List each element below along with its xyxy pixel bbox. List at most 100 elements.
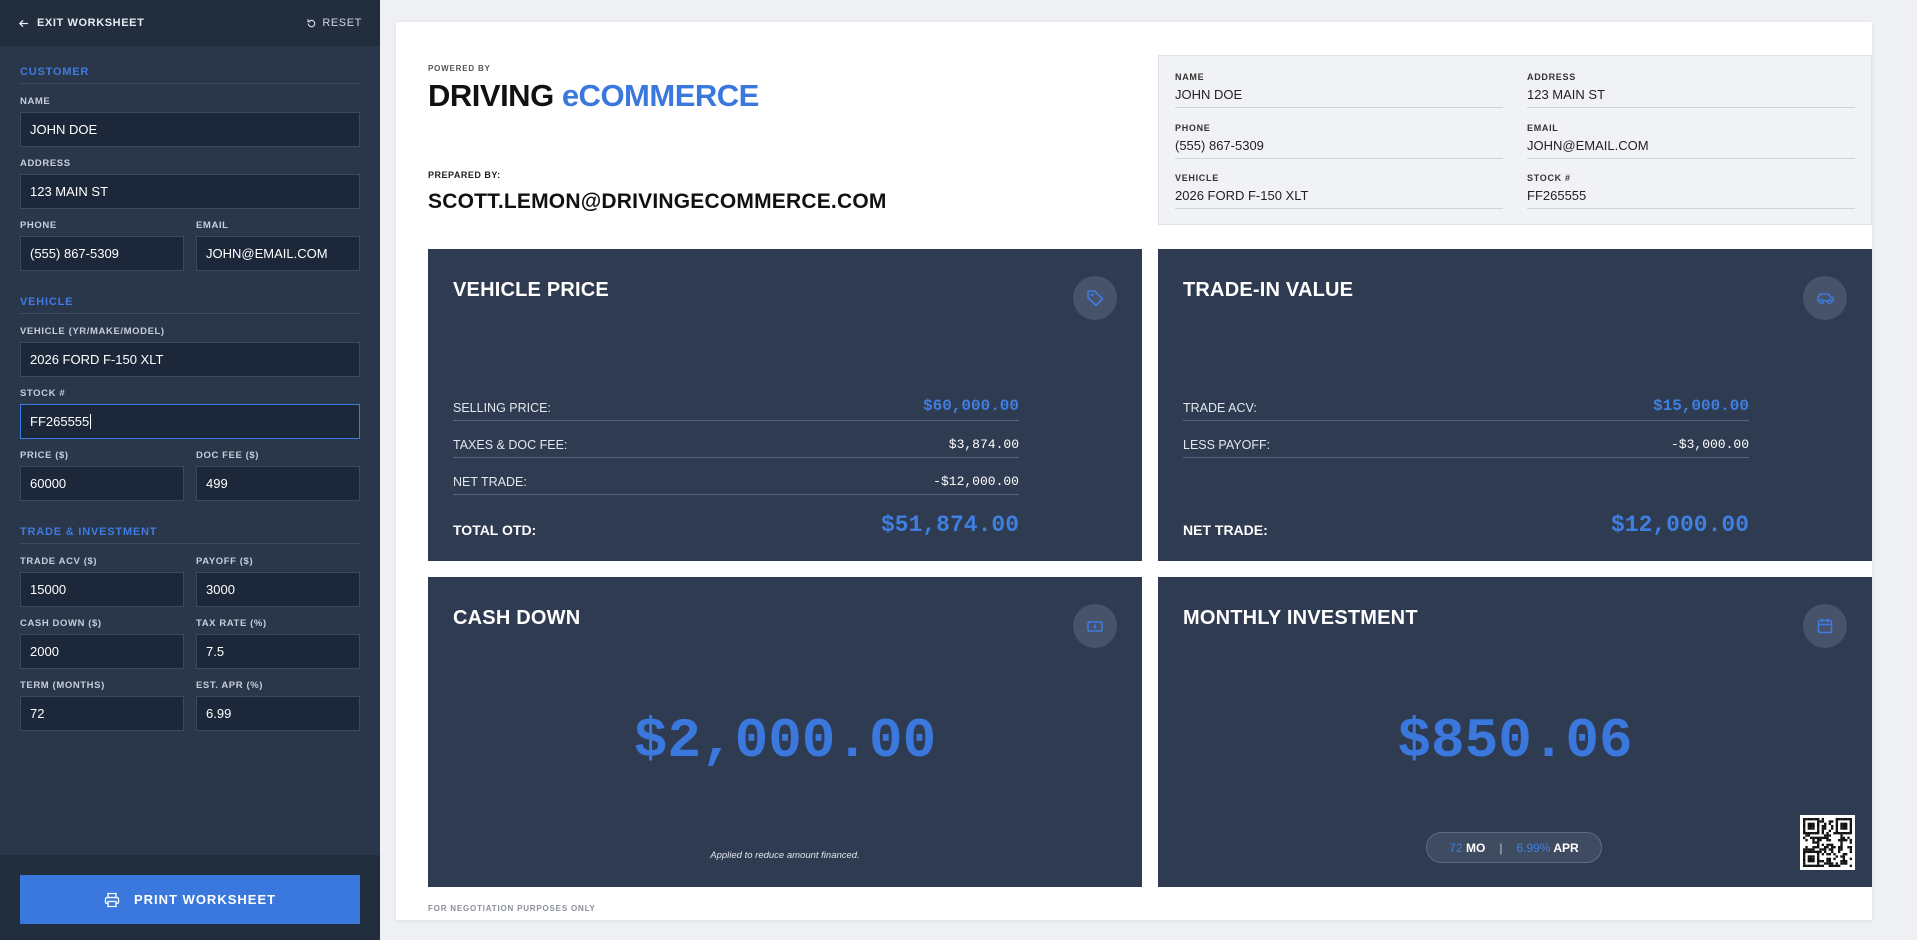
trade-acv-row: TRADE ACV: $15,000.00: [1183, 384, 1749, 421]
phone-label: PHONE: [20, 220, 57, 231]
stock-field[interactable]: FF265555: [20, 404, 360, 439]
selling-price-row: SELLING PRICE: $60,000.00: [453, 384, 1019, 421]
monthly-investment-title: MONTHLY INVESTMENT: [1183, 607, 1418, 629]
email-field[interactable]: JOHN@EMAIL.COM: [196, 236, 360, 271]
term-label: TERM (MONTHS): [20, 680, 105, 691]
worksheet-page: POWERED BY DRIVING eCOMMERCE PREPARED BY…: [396, 22, 1872, 920]
calendar-icon: [1803, 604, 1847, 648]
section-vehicle: VEHICLE: [20, 296, 360, 314]
term-field[interactable]: 72: [20, 696, 184, 731]
info-email: EMAIL JOHN@EMAIL.COM: [1527, 123, 1855, 173]
vehicle-price-title: VEHICLE PRICE: [453, 279, 609, 301]
total-otd-label: TOTAL OTD:: [453, 522, 537, 538]
net-trade-row: NET TRADE: -$12,000.00: [453, 458, 1019, 495]
trade-acv-field[interactable]: 15000: [20, 572, 184, 607]
pill-separator: |: [1499, 840, 1503, 855]
doc-fee-field[interactable]: 499: [196, 466, 360, 501]
info-address-value: 123 MAIN ST: [1527, 87, 1855, 108]
payoff-label: PAYOFF ($): [196, 556, 254, 567]
section-customer: CUSTOMER: [20, 66, 360, 84]
exit-worksheet-button[interactable]: EXIT WORKSHEET: [18, 17, 144, 29]
info-phone: PHONE (555) 867-5309: [1175, 123, 1503, 173]
reset-button[interactable]: RESET: [306, 17, 362, 29]
trade-acv-row-value: $15,000.00: [1652, 397, 1749, 415]
taxes-doc-fee-label: TAXES & DOC FEE:: [453, 438, 568, 452]
trade-acv-label: TRADE ACV ($): [20, 556, 98, 567]
term-pill-value: 72: [1449, 840, 1463, 855]
trade-in-rows: TRADE ACV: $15,000.00 LESS PAYOFF: -$3,0…: [1183, 384, 1749, 458]
price-label: PRICE ($): [20, 450, 69, 461]
price-field[interactable]: 60000: [20, 466, 184, 501]
net-trade-label: NET TRADE:: [453, 475, 527, 489]
info-email-value: JOHN@EMAIL.COM: [1527, 138, 1855, 159]
powered-by-label: POWERED BY: [428, 64, 491, 73]
stock-value: FF265555: [30, 414, 90, 429]
text-cursor: [90, 414, 92, 429]
vehicle-field[interactable]: 2026 FORD F-150 XLT: [20, 342, 360, 377]
name-label: NAME: [20, 96, 51, 107]
info-vehicle: VEHICLE 2026 FORD F-150 XLT: [1175, 173, 1503, 223]
payoff-field[interactable]: 3000: [196, 572, 360, 607]
section-trade: TRADE & INVESTMENT: [20, 526, 360, 544]
apr-pill-unit: APR: [1553, 840, 1579, 855]
doc-fee-label: DOC FEE ($): [196, 450, 260, 461]
reset-label: RESET: [322, 17, 362, 29]
print-worksheet-label: PRINT WORKSHEET: [133, 892, 277, 907]
cash-down-card: CASH DOWN $2,000.00 Applied to reduce am…: [428, 577, 1142, 887]
tax-rate-label: TAX RATE (%): [196, 618, 267, 629]
print-worksheet-button[interactable]: PRINT WORKSHEET: [20, 875, 360, 924]
prepared-by-value: SCOTT.LEMON@DRIVINGECOMMERCE.COM: [428, 190, 887, 213]
selling-price-label: SELLING PRICE:: [453, 401, 551, 415]
vehicle-label: VEHICLE (YR/MAKE/MODEL): [20, 326, 165, 337]
qr-code: [1800, 815, 1855, 870]
cash-down-amount: $2,000.00: [633, 709, 937, 773]
cash-icon: [1073, 604, 1117, 648]
info-phone-label: PHONE: [1175, 122, 1211, 133]
apr-field[interactable]: 6.99: [196, 696, 360, 731]
less-payoff-row: LESS PAYOFF: -$3,000.00: [1183, 421, 1749, 458]
sidebar-footer: PRINT WORKSHEET: [0, 855, 380, 940]
info-stock-label: STOCK #: [1527, 173, 1571, 184]
apr-pill: 6.99% APR: [1516, 841, 1578, 855]
selling-price-value: $60,000.00: [922, 397, 1019, 415]
email-label: EMAIL: [196, 220, 229, 231]
trade-in-title: TRADE-IN VALUE: [1183, 279, 1354, 301]
net-trade-total-row: NET TRADE: $12,000.00: [1183, 512, 1749, 538]
info-stock-value: FF265555: [1527, 188, 1855, 210]
vehicle-price-rows: SELLING PRICE: $60,000.00 TAXES & DOC FE…: [453, 384, 1019, 495]
exit-worksheet-label: EXIT WORKSHEET: [37, 17, 145, 29]
reset-icon: [307, 18, 316, 27]
monthly-payment-amount: $850.06: [1397, 709, 1633, 773]
apr-label: EST. APR (%): [196, 680, 264, 691]
printer-icon: [104, 892, 120, 907]
trade-in-card: TRADE-IN VALUE TRADE ACV: $15,000.00 LES…: [1158, 249, 1872, 561]
info-name-label: NAME: [1175, 72, 1205, 82]
info-stock: STOCK # FF265555: [1527, 173, 1855, 223]
info-name: NAME JOHN DOE: [1175, 72, 1503, 122]
net-trade-value: -$12,000.00: [933, 474, 1019, 489]
info-name-value: JOHN DOE: [1175, 87, 1503, 108]
trade-acv-row-label: TRADE ACV:: [1183, 401, 1257, 415]
sidebar-header: EXIT WORKSHEET RESET: [0, 0, 380, 46]
cash-down-field[interactable]: 2000: [20, 634, 184, 669]
tax-rate-field[interactable]: 7.5: [196, 634, 360, 669]
cash-down-title: CASH DOWN: [453, 607, 581, 629]
customer-info-box: NAME JOHN DOE ADDRESS 123 MAIN ST PHONE …: [1158, 55, 1872, 225]
info-email-label: EMAIL: [1527, 122, 1559, 133]
phone-field[interactable]: (555) 867-5309: [20, 236, 184, 271]
vehicle-price-card: VEHICLE PRICE SELLING PRICE: $60,000.00 …: [428, 249, 1142, 561]
worksheet-form: CUSTOMER NAME JOHN DOE ADDRESS 123 MAIN …: [0, 46, 380, 742]
brand-logo: DRIVING eCOMMERCE: [428, 78, 759, 114]
net-trade-total-value: $12,000.00: [1610, 512, 1749, 538]
address-field[interactable]: 123 MAIN ST: [20, 174, 360, 209]
logo-text-primary: DRIVING: [428, 78, 554, 113]
worksheet-sidebar: EXIT WORKSHEET RESET CUSTOMER NAME JOHN …: [0, 0, 380, 940]
info-phone-value: (555) 867-5309: [1175, 138, 1503, 159]
car-icon: [1803, 276, 1847, 320]
less-payoff-value: -$3,000.00: [1670, 437, 1749, 452]
name-field[interactable]: JOHN DOE: [20, 112, 360, 147]
info-address-label: ADDRESS: [1527, 72, 1576, 82]
net-trade-total-label: NET TRADE:: [1183, 522, 1268, 538]
monthly-investment-card: MONTHLY INVESTMENT $850.06 72 MO | 6.99%…: [1158, 577, 1872, 887]
info-vehicle-value: 2026 FORD F-150 XLT: [1175, 188, 1503, 210]
